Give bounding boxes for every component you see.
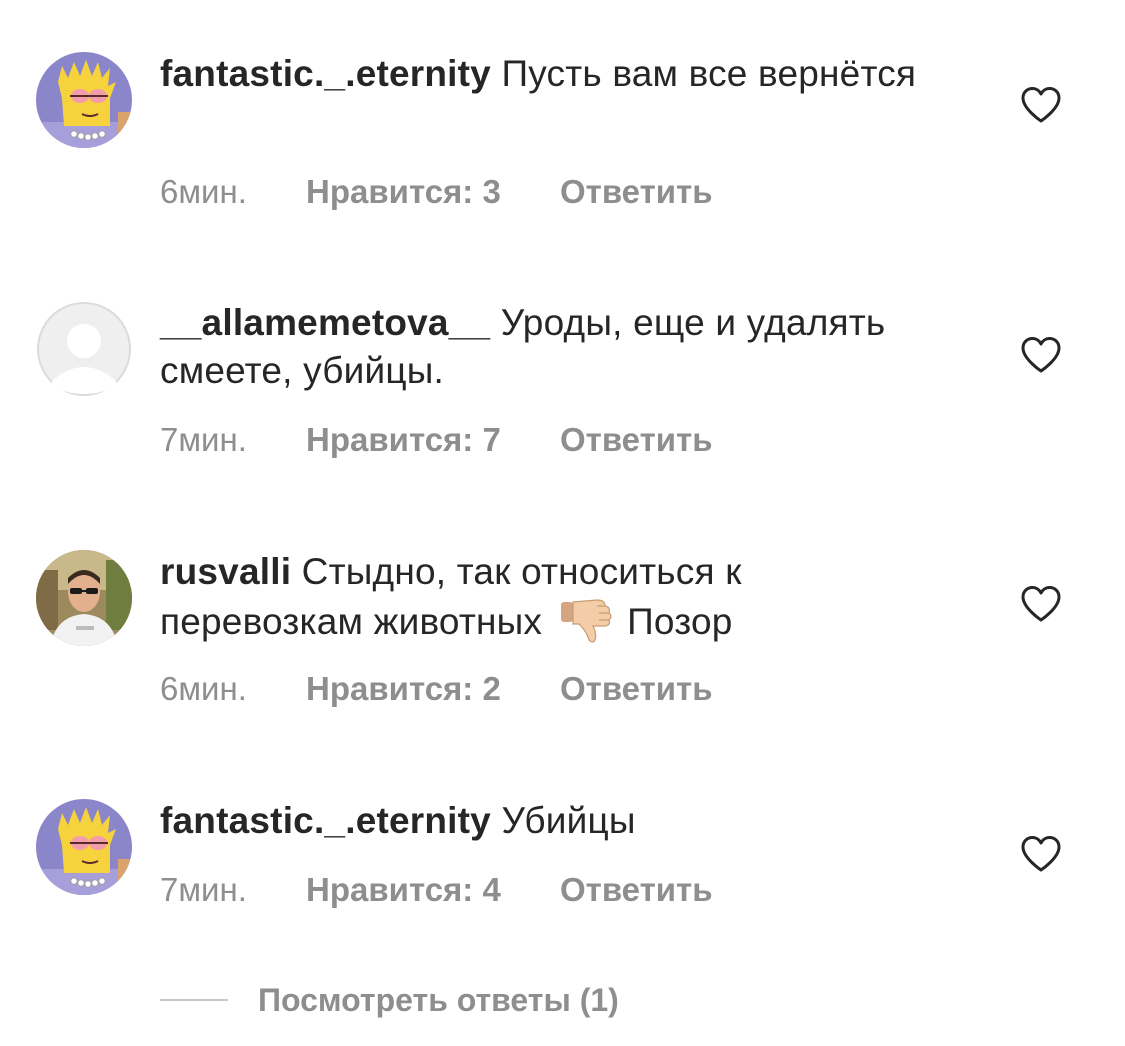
like-heart-icon[interactable]	[1020, 585, 1062, 623]
comment-text: fantastic._.eternity Убийцы	[160, 797, 920, 845]
comment-time: 6мин.	[160, 670, 247, 707]
comment-text: rusvalli Стыдно, так относиться к перево…	[160, 548, 920, 656]
comment-username[interactable]: fantastic._.eternity	[160, 800, 491, 841]
replies-divider	[160, 999, 228, 1001]
likes-count[interactable]: Нравится: 3	[306, 172, 501, 212]
reply-button[interactable]: Ответить	[560, 870, 713, 910]
like-heart-icon[interactable]	[1020, 86, 1062, 124]
comment-body: Убийцы	[501, 800, 636, 841]
comment-username[interactable]: fantastic._.eternity	[160, 53, 491, 94]
like-heart-icon[interactable]	[1020, 336, 1062, 374]
comment-body: Пусть вам все вернётся	[501, 53, 917, 94]
avatar[interactable]	[36, 799, 132, 895]
reply-button[interactable]: Ответить	[560, 172, 713, 212]
comment-time: 6мин.	[160, 173, 247, 210]
comment-meta: 6мин. Нравится: 3 Ответить	[160, 172, 712, 212]
comment-time: 7мин.	[160, 871, 247, 908]
thumbs-down-icon	[559, 596, 613, 656]
comment-meta: 6мин. Нравится: 2 Ответить	[160, 669, 712, 709]
comment-body-after: Позор	[627, 601, 733, 642]
likes-count[interactable]: Нравится: 7	[306, 420, 501, 460]
view-replies-label: Посмотреть ответы (1)	[258, 981, 619, 1018]
avatar[interactable]	[36, 550, 132, 646]
comment-text: __allamemetova__ Уроды, еще и удалять см…	[160, 299, 920, 395]
avatar[interactable]	[36, 52, 132, 148]
comment-meta: 7мин. Нравится: 7 Ответить	[160, 420, 712, 460]
reply-button[interactable]: Ответить	[560, 669, 713, 709]
comment-text: fantastic._.eternity Пусть вам все вернё…	[160, 50, 920, 98]
comment-username[interactable]: __allamemetova__	[160, 302, 490, 343]
like-heart-icon[interactable]	[1020, 835, 1062, 873]
comment-meta: 7мин. Нравится: 4 Ответить	[160, 870, 712, 910]
reply-button[interactable]: Ответить	[560, 420, 713, 460]
likes-count[interactable]: Нравится: 2	[306, 669, 501, 709]
comment-username[interactable]: rusvalli	[160, 551, 291, 592]
avatar[interactable]	[36, 301, 132, 397]
comment-time: 7мин.	[160, 421, 247, 458]
likes-count[interactable]: Нравится: 4	[306, 870, 501, 910]
view-replies-button[interactable]: Посмотреть ответы (1)	[160, 978, 619, 1022]
